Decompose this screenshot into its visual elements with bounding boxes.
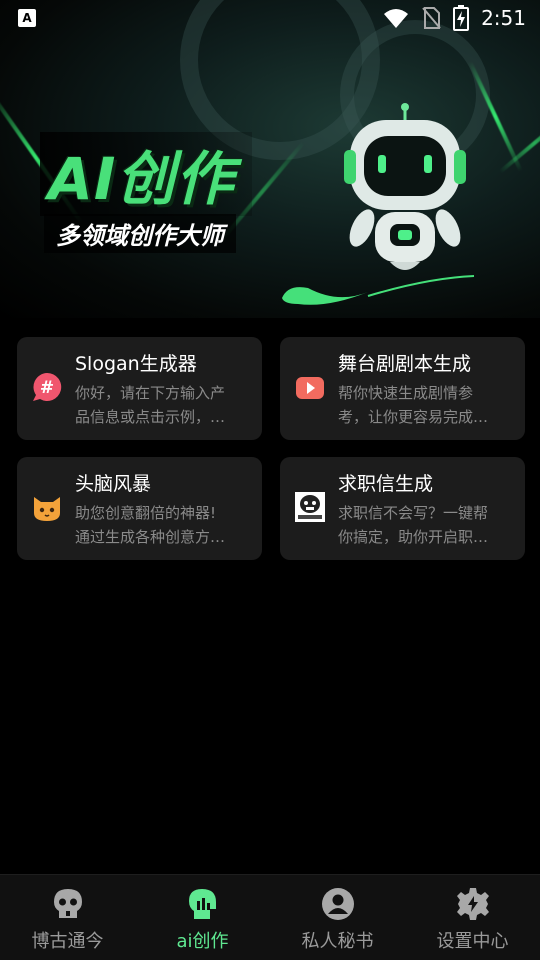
- tab-ai-creation[interactable]: ai创作: [135, 875, 270, 960]
- tab-label: 私人秘书: [301, 931, 374, 952]
- skull-icon: [53, 889, 82, 918]
- card-title: 求职信生成: [338, 473, 434, 495]
- tab-personal-secretary[interactable]: 私人秘书: [270, 875, 405, 960]
- meme-face-icon: [295, 492, 325, 522]
- tab-label: 博古通今: [31, 931, 104, 952]
- ai-head-icon: [188, 889, 216, 919]
- card-description: 助您创意翻倍的神器! 通过生成各种创意方…: [75, 504, 226, 546]
- app-notification-icon: A: [18, 9, 36, 27]
- hero-title: AI创作: [40, 132, 253, 216]
- tab-bogu-tongjin[interactable]: 博古通今: [0, 875, 135, 960]
- card-stage-script[interactable]: 舞台剧剧本生成 帮你快速生成剧情参 考，让你更容易完成…: [280, 337, 525, 440]
- card-title: Slogan生成器: [75, 353, 197, 375]
- hash-bubble-icon: #: [33, 372, 62, 401]
- swoosh-decoration: [282, 275, 475, 305]
- card-title: 头脑风暴: [75, 473, 152, 495]
- svg-text:#: #: [40, 378, 54, 398]
- card-slogan-generator[interactable]: # Slogan生成器 你好，请在下方输入产 品信息或点击示例，…: [17, 337, 262, 440]
- card-description: 你好，请在下方输入产 品信息或点击示例，…: [75, 384, 226, 426]
- user-circle-icon: [321, 888, 354, 920]
- video-play-icon: [296, 377, 324, 399]
- status-bar: A 2:51: [0, 0, 540, 36]
- robot-mascot-icon: [344, 103, 466, 270]
- hero-banner[interactable]: AI创作 多领域创作大师: [0, 0, 540, 318]
- tab-label: ai创作: [176, 931, 229, 952]
- no-sim-icon: [422, 7, 441, 29]
- card-cover-letter[interactable]: 求职信生成 求职信不会写？一键帮 你搞定，助你开启职…: [280, 457, 525, 560]
- cat-face-icon: [34, 497, 60, 521]
- card-title: 舞台剧剧本生成: [338, 353, 472, 375]
- tab-label: 设置中心: [436, 931, 509, 952]
- battery-charging-icon: [453, 5, 470, 31]
- gear-icon: [456, 888, 489, 920]
- tab-settings[interactable]: 设置中心: [405, 875, 540, 960]
- card-description: 帮你快速生成剧情参 考，让你更容易完成…: [338, 384, 489, 426]
- card-brainstorm[interactable]: 头脑风暴 助您创意翻倍的神器! 通过生成各种创意方…: [17, 457, 262, 560]
- wifi-icon: [384, 9, 409, 28]
- card-description: 求职信不会写？一键帮 你搞定，助你开启职…: [338, 504, 489, 546]
- bottom-tab-bar: 博古通今 ai创作 私人秘书 设置中心: [0, 874, 540, 960]
- status-icons: 2:51: [383, 5, 526, 31]
- status-time: 2:51: [481, 6, 526, 30]
- hero-subtitle: 多领域创作大师: [44, 214, 236, 253]
